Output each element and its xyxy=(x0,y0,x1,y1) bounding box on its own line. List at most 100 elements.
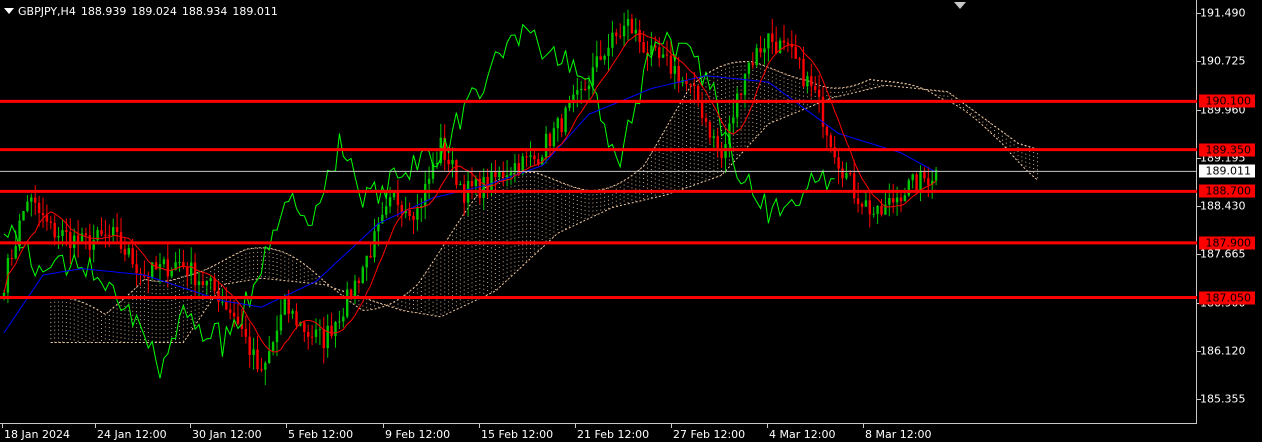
candle xyxy=(700,91,704,125)
candle xyxy=(361,265,364,284)
candle xyxy=(599,40,602,61)
level-price-label: 187.050 xyxy=(1199,291,1255,304)
candle xyxy=(10,249,13,267)
candle xyxy=(923,167,926,183)
candle xyxy=(205,280,208,295)
candle xyxy=(135,249,138,287)
candle xyxy=(564,105,567,136)
candle xyxy=(112,218,115,243)
candle xyxy=(856,182,860,213)
candle xyxy=(209,274,212,291)
candle xyxy=(486,168,489,199)
candle xyxy=(201,271,205,287)
candle xyxy=(310,324,314,346)
candle xyxy=(326,314,329,358)
time-tick-label: 8 Mar 12:00 xyxy=(865,428,932,441)
candle xyxy=(431,152,435,184)
candle xyxy=(880,199,883,217)
candle xyxy=(697,84,700,107)
candle xyxy=(190,247,193,285)
candle xyxy=(373,218,376,263)
candle xyxy=(396,179,400,218)
candle xyxy=(903,187,907,202)
candle xyxy=(49,215,52,230)
candle xyxy=(482,168,485,210)
open-price: 188.939 xyxy=(80,5,127,18)
level-price-label: 190.100 xyxy=(1199,94,1255,108)
plot-area[interactable] xyxy=(0,0,1197,424)
candle xyxy=(252,337,255,370)
candle xyxy=(443,124,446,171)
candle xyxy=(864,192,868,207)
candle xyxy=(346,281,349,319)
candle xyxy=(76,220,80,258)
candle xyxy=(505,160,509,187)
candle xyxy=(622,12,626,48)
candle xyxy=(517,153,520,177)
candle xyxy=(677,56,680,93)
candle xyxy=(178,248,181,272)
candle xyxy=(162,256,166,268)
candle xyxy=(330,312,333,339)
candle xyxy=(689,83,692,94)
chart-shift-marker-icon[interactable] xyxy=(954,2,966,9)
candle xyxy=(747,61,751,78)
candle xyxy=(244,315,247,344)
candle xyxy=(264,361,267,385)
candle xyxy=(560,113,563,138)
price-tick-label: 191.490 xyxy=(1200,6,1246,20)
candle xyxy=(154,255,158,270)
candle xyxy=(529,141,532,168)
candle xyxy=(716,128,719,158)
price-tick-label: 187.665 xyxy=(1200,247,1246,261)
time-tick-mark xyxy=(479,424,480,428)
candle xyxy=(119,218,123,254)
time-tick-mark xyxy=(575,424,576,428)
candle xyxy=(412,211,415,234)
candle xyxy=(478,171,481,205)
candle xyxy=(892,183,895,214)
candle xyxy=(470,167,474,200)
candle xyxy=(603,54,606,65)
chart-window[interactable]: GBPJPY,H4 188.939 189.024 188.934 189.011 xyxy=(0,0,1262,442)
candle xyxy=(357,277,361,294)
candle xyxy=(638,19,641,54)
current-price-label: 189.011 xyxy=(1199,164,1255,178)
candle xyxy=(911,173,914,189)
candle xyxy=(712,129,715,149)
chikou-span-line xyxy=(3,23,835,379)
time-tick-label: 5 Feb 12:00 xyxy=(288,428,354,441)
candle xyxy=(57,226,60,250)
candle xyxy=(775,26,778,55)
collapse-triangle-icon[interactable] xyxy=(4,8,14,14)
time-tick-mark xyxy=(95,424,96,428)
candle xyxy=(630,14,634,34)
candle xyxy=(525,151,528,168)
candle xyxy=(806,71,809,93)
symbol-timeframe: GBPJPY,H4 xyxy=(18,5,76,18)
time-tick-label: 18 Jan 2024 xyxy=(4,428,70,441)
candle xyxy=(899,193,903,213)
candle xyxy=(404,196,407,219)
candle xyxy=(634,18,637,42)
high-price: 189.024 xyxy=(131,5,177,18)
candle xyxy=(45,204,49,231)
candle xyxy=(416,194,419,231)
candle xyxy=(583,77,587,92)
candle xyxy=(459,181,462,186)
candle xyxy=(736,87,739,128)
level-price-label: 188.700 xyxy=(1199,184,1255,198)
candlesticks xyxy=(2,9,938,385)
candle xyxy=(759,35,762,58)
candle xyxy=(291,308,294,319)
candle xyxy=(420,198,423,223)
candle xyxy=(100,217,103,237)
price-chart[interactable] xyxy=(0,0,1197,424)
candle xyxy=(607,34,610,71)
candle xyxy=(732,101,735,134)
candle xyxy=(463,174,466,216)
candle xyxy=(115,213,119,242)
candle xyxy=(541,154,544,166)
candle xyxy=(743,73,747,109)
candle xyxy=(884,191,887,215)
